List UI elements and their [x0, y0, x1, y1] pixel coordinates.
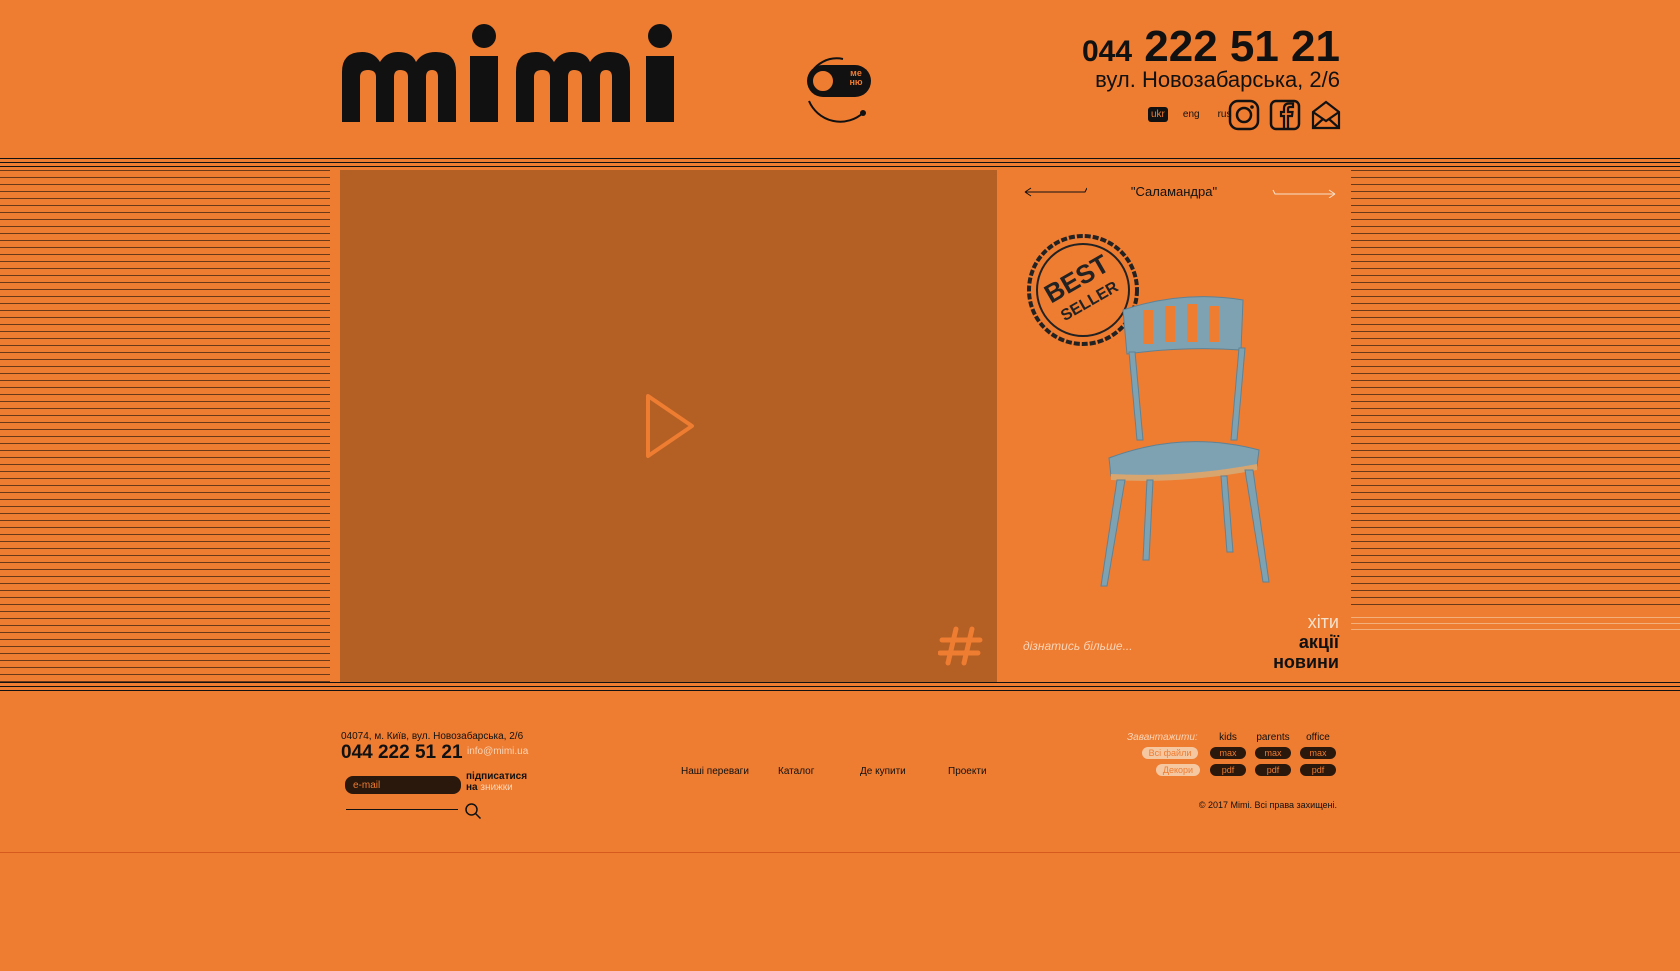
search-input[interactable]	[346, 809, 458, 810]
chair-image	[1100, 296, 1270, 587]
hashtag-icon[interactable]	[938, 626, 984, 666]
footer-email-link[interactable]: info@mimi.ua	[467, 746, 528, 758]
nav-catalog[interactable]: Каталог	[778, 766, 814, 778]
nav-where-to-buy[interactable]: Де купити	[860, 766, 906, 778]
menu-knob	[811, 69, 835, 93]
subscribe-button[interactable]: підписатися на знижки	[466, 771, 527, 793]
search-icon[interactable]	[464, 802, 482, 820]
header-address: вул. Новозабарська, 2/6	[1095, 67, 1340, 92]
product-slider: "Саламандра" BEST SELLER дізнатись більш…	[997, 170, 1351, 682]
category-links: хіти акції новини	[1273, 612, 1339, 672]
download-parents-max[interactable]: max	[1255, 747, 1291, 759]
next-arrow-icon[interactable]	[1271, 184, 1337, 198]
subscribe-line2-b: знижки	[480, 782, 513, 793]
facebook-icon[interactable]	[1269, 99, 1301, 131]
video-player[interactable]	[340, 170, 997, 682]
bottom-stripe-band	[0, 682, 1680, 694]
menu-toggle[interactable]: ме ню	[803, 57, 875, 125]
right-side-stripes	[1351, 170, 1680, 610]
phone-prefix: 044	[1081, 35, 1133, 68]
subscribe-email-field[interactable]	[345, 776, 461, 794]
subscribe-line1: підписатися	[466, 771, 528, 782]
left-side-stripes	[0, 170, 330, 682]
category-news[interactable]: новини	[1273, 652, 1339, 672]
footer-phone[interactable]: 044 222 51 21	[341, 742, 463, 764]
learn-more-link[interactable]: дізнатись більше...	[1023, 638, 1133, 654]
download-decors[interactable]: Декори	[1156, 764, 1200, 776]
download-office-max[interactable]: max	[1300, 747, 1336, 759]
subscribe-line2-a: на	[466, 782, 478, 793]
download-kids-pdf[interactable]: pdf	[1210, 764, 1246, 776]
phone-number: 222 51 21	[1144, 22, 1340, 71]
download-col-office: office	[1306, 732, 1330, 743]
download-col-parents: parents	[1256, 732, 1290, 743]
right-deco-line	[1351, 617, 1680, 618]
menu-label: ме ню	[843, 69, 869, 87]
bottom-divider	[0, 852, 1680, 853]
nav-advantages[interactable]: Наші переваги	[681, 766, 749, 778]
download-col-kids: kids	[1219, 732, 1237, 743]
category-hits[interactable]: хіти	[1273, 612, 1339, 632]
download-label: Завантажити:	[1127, 732, 1198, 743]
lang-ukr[interactable]: ukr	[1148, 107, 1168, 122]
top-stripe-band	[0, 158, 1680, 170]
download-office-pdf[interactable]: pdf	[1300, 764, 1336, 776]
mail-icon[interactable]	[1310, 99, 1342, 131]
instagram-icon[interactable]	[1228, 99, 1260, 131]
language-switcher: ukr eng rus	[1148, 107, 1235, 122]
download-parents-pdf[interactable]: pdf	[1255, 764, 1291, 776]
copyright: © 2017 Mimi. Всі права захищені.	[1198, 800, 1337, 810]
category-sales[interactable]: акції	[1273, 632, 1339, 652]
lang-eng[interactable]: eng	[1180, 107, 1203, 122]
nav-projects[interactable]: Проекти	[948, 766, 987, 778]
right-deco-line	[1351, 623, 1680, 624]
right-deco-line	[1351, 629, 1680, 630]
menu-label-bottom: ню	[849, 77, 863, 87]
download-all-files[interactable]: Всі файли	[1142, 747, 1198, 759]
play-icon[interactable]	[642, 390, 698, 462]
mimi-logo[interactable]	[340, 22, 685, 127]
download-kids-max[interactable]: max	[1210, 747, 1246, 759]
